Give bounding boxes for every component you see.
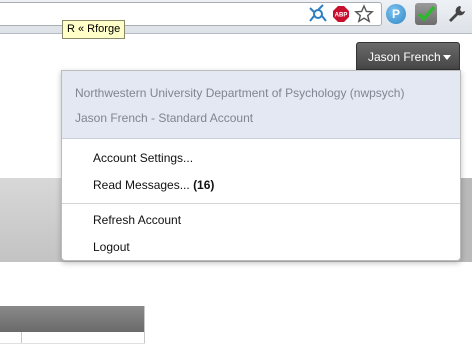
refresh-account-link[interactable]: Refresh Account <box>93 213 181 227</box>
checkmark-extension-icon[interactable] <box>415 3 437 25</box>
account-label: Jason French - Standard Account <box>75 111 254 125</box>
adblock-plus-icon[interactable]: ABP <box>333 6 349 22</box>
table-header <box>0 306 145 332</box>
account-info-header: Northwestern University Department of Ps… <box>62 71 460 139</box>
logout-link[interactable]: Logout <box>93 240 130 254</box>
message-count-badge: (16) <box>193 178 215 192</box>
user-name-label: Jason French <box>368 50 441 64</box>
chevron-down-icon <box>443 55 451 60</box>
network-icon[interactable] <box>308 4 328 24</box>
menu-divider <box>62 203 460 204</box>
organization-label: Northwestern University Department of Ps… <box>75 86 405 100</box>
table-divider <box>144 306 145 344</box>
account-settings-link[interactable]: Account Settings... <box>93 151 193 165</box>
user-dropdown-menu: Northwestern University Department of Ps… <box>61 70 461 261</box>
star-icon[interactable] <box>354 4 374 24</box>
read-messages-label: Read Messages... <box>93 178 190 192</box>
page-banner-edge <box>460 178 472 262</box>
wrench-icon[interactable] <box>447 4 467 24</box>
tooltip: R « Rforge <box>62 20 126 39</box>
abp-label: ABP <box>335 13 348 19</box>
read-messages-link[interactable]: Read Messages... (16) <box>93 178 214 192</box>
p-extension-icon[interactable]: P <box>386 4 406 24</box>
user-menu-button[interactable]: Jason French <box>356 42 460 70</box>
